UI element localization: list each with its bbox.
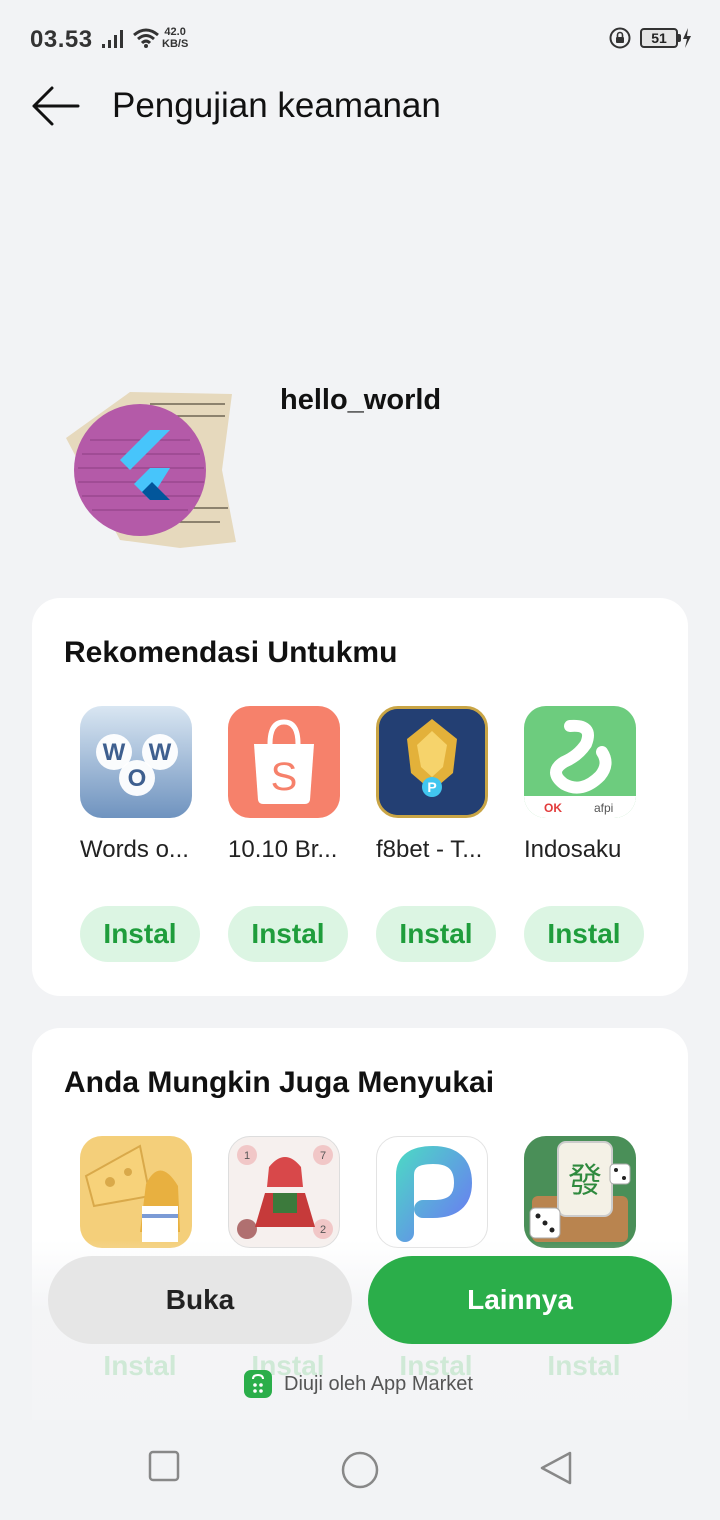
- status-time: 03.53: [30, 26, 93, 53]
- navigation-bar: [0, 1420, 720, 1520]
- f8bet-app-icon[interactable]: P: [376, 706, 488, 818]
- recommendations-row: W W O Words o... Instal S 10.10 Br... In…: [80, 706, 680, 966]
- svg-text:O: O: [128, 765, 147, 792]
- battery-level: 51: [651, 30, 667, 46]
- install-button[interactable]: Instal: [228, 906, 348, 962]
- charging-icon: [683, 28, 691, 48]
- app-label: Indosaku: [524, 836, 622, 863]
- indosaku-app-icon[interactable]: OK afpi: [524, 706, 636, 818]
- anime-game-app-icon[interactable]: 1 7 2: [228, 1136, 340, 1248]
- svg-text:OK: OK: [544, 801, 562, 815]
- svg-text:afpi: afpi: [594, 801, 613, 815]
- svg-text:1: 1: [244, 1150, 250, 1162]
- signal-icon: [102, 30, 123, 48]
- words-app-icon[interactable]: W W O: [80, 706, 192, 818]
- more-button[interactable]: Lainnya: [368, 1256, 672, 1344]
- app-label: f8bet - T...: [376, 836, 483, 863]
- svg-text:7: 7: [320, 1150, 326, 1162]
- network-speed: 42.0 KB/S: [162, 26, 188, 50]
- app-item-mahjong[interactable]: 發: [524, 1136, 654, 1248]
- network-speed-unit: KB/S: [162, 38, 189, 50]
- wifi-icon: [133, 28, 159, 48]
- open-button[interactable]: Buka: [48, 1256, 352, 1344]
- mahjong-app-icon[interactable]: 發: [524, 1136, 636, 1248]
- install-button[interactable]: Instal: [80, 906, 200, 962]
- tested-by-text: Diuji oleh App Market: [284, 1372, 473, 1395]
- tested-by: Diuji oleh App Market: [244, 1368, 473, 1400]
- back-button[interactable]: [30, 84, 82, 128]
- recent-apps-icon[interactable]: [148, 1450, 180, 1482]
- app-item-p-app[interactable]: [376, 1136, 506, 1248]
- p-app-icon[interactable]: [376, 1136, 488, 1248]
- svg-text:S: S: [271, 755, 298, 799]
- app-item-shopee[interactable]: S 10.10 Br... Instal: [228, 706, 358, 962]
- network-speed-value: 42.0: [164, 26, 186, 38]
- battery-tip: [678, 34, 681, 42]
- app-label: Words o...: [80, 836, 189, 863]
- app-name: hello_world: [280, 384, 442, 416]
- app-item-words[interactable]: W W O Words o... Instal: [80, 706, 210, 962]
- app-item-anime-game[interactable]: 1 7 2: [228, 1136, 358, 1248]
- recommendations-title: Rekomendasi Untukmu: [64, 636, 398, 669]
- back-nav-icon[interactable]: [538, 1450, 574, 1486]
- app-label: 10.10 Br...: [228, 836, 338, 863]
- home-icon[interactable]: [340, 1450, 380, 1490]
- install-button[interactable]: Instal: [524, 906, 644, 962]
- cheese-game-app-icon[interactable]: [80, 1136, 192, 1248]
- page-title: Pengujian keamanan: [112, 86, 441, 125]
- svg-text:W: W: [103, 739, 126, 766]
- svg-text:發: 發: [568, 1161, 602, 1201]
- recommendations-card: Rekomendasi Untukmu W W O Words o... Ins…: [32, 598, 688, 996]
- shopee-app-icon[interactable]: S: [228, 706, 340, 818]
- install-button[interactable]: Instal: [376, 906, 496, 962]
- status-bar: 03.53 42.0 KB/S 51: [0, 0, 720, 76]
- install-button-faded[interactable]: Instal: [80, 1338, 200, 1394]
- app-item-indosaku[interactable]: OK afpi Indosaku Instal: [524, 706, 654, 962]
- app-item-cheese-game[interactable]: [80, 1136, 210, 1248]
- you-may-like-title: Anda Mungkin Juga Menyukai: [64, 1066, 495, 1099]
- install-button-faded[interactable]: Instal: [524, 1338, 644, 1394]
- app-market-icon: [244, 1370, 272, 1398]
- app-item-f8bet[interactable]: P f8bet - T... Instal: [376, 706, 506, 962]
- rotation-lock-icon: [609, 27, 631, 49]
- svg-text:P: P: [427, 779, 436, 795]
- svg-text:W: W: [149, 739, 172, 766]
- app-icon: [66, 392, 236, 548]
- battery-icon: 51: [640, 28, 678, 48]
- svg-text:2: 2: [320, 1224, 326, 1236]
